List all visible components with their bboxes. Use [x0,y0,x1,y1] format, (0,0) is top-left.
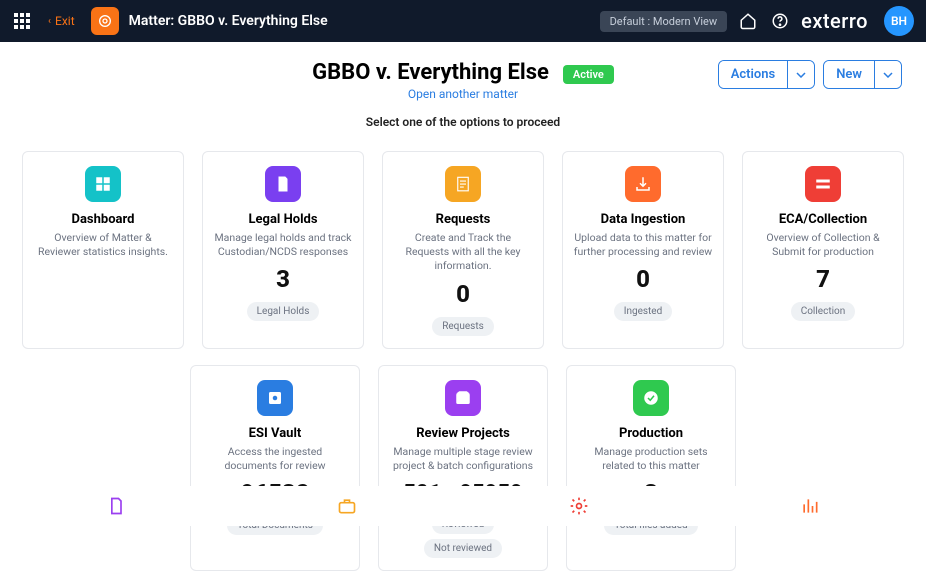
new-dropdown-caret[interactable] [874,61,901,88]
status-badge: Active [563,65,614,84]
card-title: Review Projects [389,426,537,441]
card-desc: Upload data to this matter for further p… [573,231,713,259]
bottom-nav [0,486,926,526]
requests-icon [445,166,481,202]
card-legal-holds[interactable]: Legal Holds Manage legal holds and track… [202,151,364,349]
page-header: GBBO v. Everything Else Active Open anot… [0,42,926,135]
card-dashboard[interactable]: Dashboard Overview of Matter & Reviewer … [22,151,184,349]
legal-holds-icon [265,166,301,202]
card-row-2: ESI Vault Access the ingested documents … [0,349,926,571]
card-desc: Access the ingested documents for review [201,445,349,473]
card-eca-collection[interactable]: ECA/Collection Overview of Collection & … [742,151,904,349]
help-icon[interactable] [769,10,791,32]
card-data-ingestion[interactable]: Data Ingestion Upload data to this matte… [562,151,724,349]
actions-dropdown-caret[interactable] [787,61,814,88]
card-production[interactable]: Production Manage production sets relate… [566,365,736,571]
view-mode-selector[interactable]: Default : Modern View [600,11,728,32]
card-desc: Manage legal holds and track Custodian/N… [213,231,353,259]
chevron-left-icon: ‹ [48,16,51,27]
card-requests[interactable]: Requests Create and Track the Requests w… [382,151,544,349]
actions-button[interactable]: Actions [719,61,788,88]
chevron-down-icon [883,72,893,78]
card-desc: Manage multiple stage review project & b… [389,445,537,473]
card-count: 0 [393,280,533,308]
page-title: GBBO v. Everything Else [312,60,549,85]
collection-icon [805,166,841,202]
new-button-group: New [823,60,902,89]
card-title: Dashboard [33,212,173,227]
card-title: Requests [393,212,533,227]
production-icon [633,380,669,416]
brand-logo: exterro [801,9,868,33]
ingestion-icon [625,166,661,202]
card-title: Data Ingestion [573,212,713,227]
card-esi-vault[interactable]: ESI Vault Access the ingested documents … [190,365,360,571]
exit-label: Exit [55,14,75,28]
card-title: ECA/Collection [753,212,893,227]
card-row-1: Dashboard Overview of Matter & Reviewer … [0,135,926,349]
card-review-projects[interactable]: Review Projects Manage multiple stage re… [378,365,548,571]
card-title: Legal Holds [213,212,353,227]
card-desc: Create and Track the Requests with all t… [393,231,533,274]
instruction-text: Select one of the options to proceed [0,115,926,129]
matter-icon [91,7,119,35]
review-icon [445,380,481,416]
bottom-nav-document-icon[interactable] [106,496,126,516]
card-count: 3 [213,265,353,293]
apps-grid-icon[interactable] [12,11,32,31]
card-title: Production [577,426,725,441]
chevron-down-icon [796,72,806,78]
open-another-matter-link[interactable]: Open another matter [0,87,926,101]
user-avatar[interactable]: BH [884,6,914,36]
new-button[interactable]: New [824,61,874,88]
card-title: ESI Vault [201,426,349,441]
card-desc: Overview of Collection & Submit for prod… [753,231,893,259]
card-count: 0 [573,265,713,293]
exit-button[interactable]: ‹ Exit [42,12,81,30]
card-pill: Ingested [614,302,673,321]
card-count: 7 [753,265,893,293]
card-pill: Requests [432,317,494,336]
card-desc: Overview of Matter & Reviewer statistics… [33,231,173,259]
header-actions: Actions New [718,60,902,89]
vault-icon [257,380,293,416]
top-nav-bar: ‹ Exit Matter: GBBO v. Everything Else D… [0,0,926,42]
card-pill: Collection [791,302,856,321]
bottom-nav-settings-icon[interactable] [569,496,589,516]
card-pill: Legal Holds [247,302,320,321]
home-icon[interactable] [737,10,759,32]
actions-button-group: Actions [718,60,816,89]
matter-title: Matter: GBBO v. Everything Else [129,13,328,29]
bottom-nav-analytics-icon[interactable] [800,496,820,516]
card-desc: Manage production sets related to this m… [577,445,725,473]
bottom-nav-briefcase-icon[interactable] [337,496,357,516]
card-pill-not-reviewed: Not reviewed [424,539,502,558]
dashboard-icon [85,166,121,202]
